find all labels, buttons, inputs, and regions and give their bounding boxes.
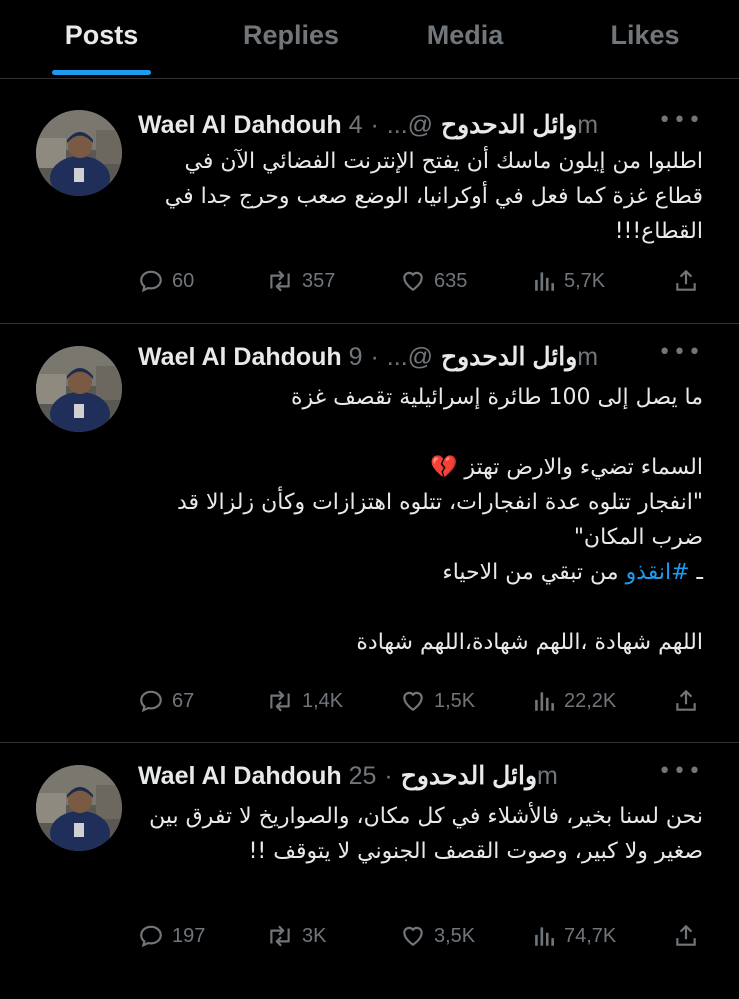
views-button[interactable]: 74,7K xyxy=(532,923,616,949)
reply-icon xyxy=(140,925,162,948)
tweet-text: نحن لسنا بخير، فالأشلاء في كل مكان، والص… xyxy=(138,799,703,869)
share-button[interactable] xyxy=(673,268,707,294)
like-button[interactable]: 3,5K xyxy=(400,923,475,949)
reply-count: 67 xyxy=(172,689,195,712)
like-button[interactable]: 635 xyxy=(400,268,467,294)
reply-icon xyxy=(140,270,162,293)
tweet-header: Wael Al Dahdouh وائل الدحدوح @... · 9m •… xyxy=(138,340,703,378)
tweet-text: اطلبوا من إيلون ماسك أن يفتح الإنترنت ال… xyxy=(138,144,703,249)
share-icon xyxy=(676,269,696,291)
tweet[interactable]: Wael Al Dahdouh وائل الدحدوح · 25m ••• ن… xyxy=(0,743,739,999)
views-count: 22,2K xyxy=(564,689,617,712)
avatar[interactable] xyxy=(36,765,122,851)
share-button[interactable] xyxy=(673,688,707,714)
active-tab-indicator xyxy=(52,70,151,75)
tab-posts[interactable]: Posts xyxy=(52,20,151,51)
tweet-actions: 67 1,4K 1,5K 22,2K xyxy=(138,688,703,720)
author-handle[interactable]: @... xyxy=(387,343,433,371)
like-button[interactable]: 1,5K xyxy=(400,688,475,714)
profile-tabs: Posts Replies Media Likes xyxy=(0,0,739,79)
tweet-paragraph: اطلبوا من إيلون ماسك أن يفتح الإنترنت ال… xyxy=(157,149,703,244)
like-count: 635 xyxy=(434,269,468,292)
share-icon xyxy=(676,924,696,946)
tweet[interactable]: Wael Al Dahdouh وائل الدحدوح @... · 4m •… xyxy=(0,88,739,324)
hashtag-link[interactable]: #انقذو xyxy=(626,560,690,585)
tab-media[interactable]: Media xyxy=(415,20,515,51)
views-count: 5,7K xyxy=(564,269,606,292)
like-count: 3,5K xyxy=(434,924,476,947)
views-button[interactable]: 22,2K xyxy=(532,688,616,714)
separator-dot: · xyxy=(370,343,379,371)
avatar-image xyxy=(36,110,122,196)
more-icon[interactable]: ••• xyxy=(658,340,703,365)
tab-likes[interactable]: Likes xyxy=(605,20,685,51)
avatar-image xyxy=(36,765,122,851)
retweet-count: 357 xyxy=(302,269,336,292)
share-icon xyxy=(676,689,696,711)
tweet-paragraph: نحن لسنا بخير، فالأشلاء في كل مكان، والص… xyxy=(142,804,703,864)
views-icon xyxy=(535,272,554,291)
retweet-count: 3K xyxy=(302,924,327,947)
retweet-button[interactable]: 1,4K xyxy=(266,688,343,714)
retweet-button[interactable]: 357 xyxy=(266,268,335,294)
tweet[interactable]: Wael Al Dahdouh وائل الدحدوح @... · 9m •… xyxy=(0,324,739,743)
tweet-header: Wael Al Dahdouh وائل الدحدوح · 25m ••• xyxy=(138,759,703,797)
like-count: 1,5K xyxy=(434,689,476,712)
tweet-text: ما يصل إلى 100 طائرة إسرائيلية تقصف غزة … xyxy=(138,380,703,660)
reply-button[interactable]: 197 xyxy=(138,923,205,949)
share-button[interactable] xyxy=(673,923,707,949)
reply-count: 197 xyxy=(172,924,206,947)
reply-icon xyxy=(140,690,162,713)
more-icon[interactable]: ••• xyxy=(658,759,703,784)
like-icon xyxy=(403,271,423,291)
dash: ـ xyxy=(689,560,703,585)
retweet-icon xyxy=(270,270,290,292)
tweet-actions: 60 357 635 5,7K xyxy=(138,268,703,300)
tweet-line-rest: من تبقي من الاحياء xyxy=(442,560,626,585)
separator-dot: · xyxy=(384,762,393,790)
views-icon xyxy=(535,692,554,711)
tweet-actions: 197 3K 3,5K 74,7K xyxy=(138,923,703,955)
tweet-header: Wael Al Dahdouh وائل الدحدوح @... · 4m •… xyxy=(138,108,703,146)
retweet-count: 1,4K xyxy=(302,689,344,712)
tweet-line: اللهم شهادة ،اللهم شهادة،اللهم شهادة xyxy=(356,630,703,655)
reply-button[interactable]: 60 xyxy=(138,268,194,294)
views-icon xyxy=(535,927,554,946)
retweet-icon xyxy=(270,690,290,712)
views-button[interactable]: 5,7K xyxy=(532,268,605,294)
avatar[interactable] xyxy=(36,110,122,196)
like-icon xyxy=(403,926,423,946)
author-name[interactable]: Wael Al Dahdouh وائل الدحدوح xyxy=(138,762,537,790)
more-icon[interactable]: ••• xyxy=(658,108,703,133)
tweet-line: "انفجار تتلوه عدة انفجارات، تتلوه اهتزاز… xyxy=(169,490,703,550)
avatar-image xyxy=(36,346,122,432)
reply-button[interactable]: 67 xyxy=(138,688,194,714)
views-count: 74,7K xyxy=(564,924,617,947)
tweet-line: ـ #انقذو من تبقي من الاحياء xyxy=(138,555,703,590)
avatar[interactable] xyxy=(36,346,122,432)
author-handle[interactable]: @... xyxy=(387,111,433,139)
retweet-icon xyxy=(270,925,290,947)
tweet-line: السماء تضيء والارض تهتز 💔 xyxy=(429,455,703,480)
reply-count: 60 xyxy=(172,269,195,292)
retweet-button[interactable]: 3K xyxy=(266,923,326,949)
like-icon xyxy=(403,691,423,711)
separator-dot: · xyxy=(370,111,379,139)
tweet-line: ما يصل إلى 100 طائرة إسرائيلية تقصف غزة xyxy=(290,385,703,410)
tab-replies[interactable]: Replies xyxy=(232,20,350,51)
